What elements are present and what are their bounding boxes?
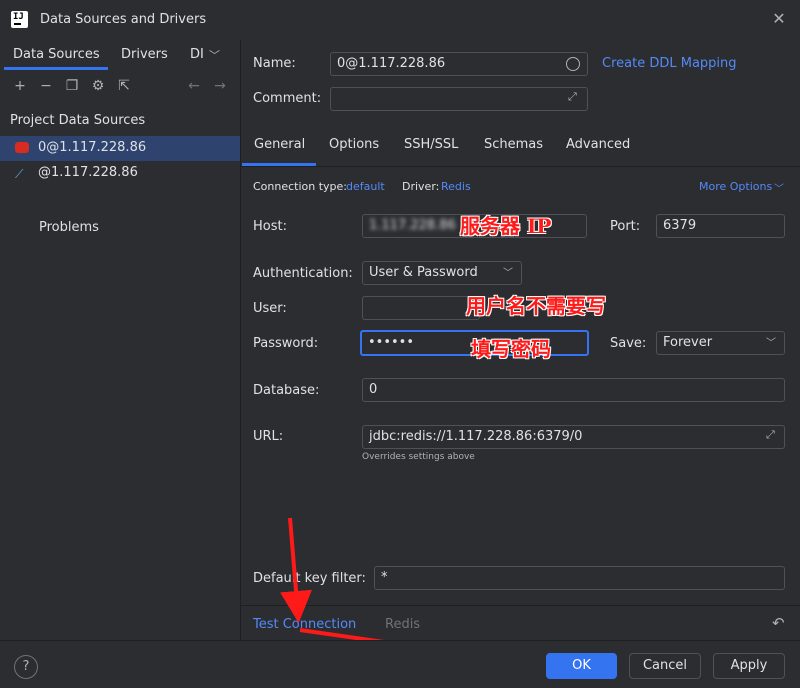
apply-button[interactable]: Apply [713,653,785,679]
help-button[interactable]: ? [14,655,38,679]
cancel-button[interactable]: Cancel [629,653,701,679]
arrow-to-test-connection [280,517,312,623]
ok-button[interactable]: OK [546,653,617,679]
annotation-arrows [280,517,546,677]
